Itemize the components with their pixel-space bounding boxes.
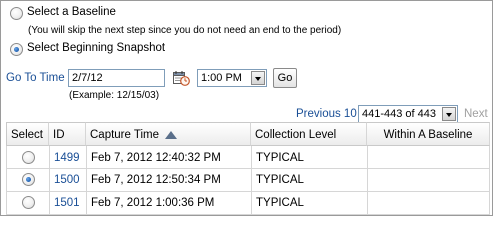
row-select-radio[interactable]	[22, 196, 35, 209]
capture-time-cell: Feb 7, 2012 12:50:34 PM	[91, 174, 221, 186]
capture-time-cell: Feb 7, 2012 1:00:36 PM	[91, 197, 215, 209]
collection-level-cell: TYPICAL	[256, 197, 304, 209]
page-range-value: 441-443 of 443	[362, 108, 437, 120]
page-range-select[interactable]: 441-443 of 443	[358, 105, 458, 123]
capture-time-header-label: Capture Time	[90, 129, 160, 141]
next-page-link: Next	[464, 108, 488, 120]
time-select[interactable]: 1:00 PM	[197, 69, 267, 87]
calendar-clock-icon[interactable]	[173, 70, 190, 86]
row-separator	[6, 168, 490, 169]
date-example-hint: (Example: 12/15/03)	[69, 90, 160, 101]
collection-level-cell: TYPICAL	[256, 174, 304, 186]
go-button[interactable]: Go	[273, 68, 297, 88]
row-select-radio[interactable]	[22, 173, 35, 186]
beginning-snapshot-radio[interactable]	[10, 43, 23, 56]
grid-line	[86, 146, 87, 215]
previous-page-link[interactable]: Previous 10	[296, 108, 357, 120]
capture-time-cell: Feb 7, 2012 12:40:32 PM	[91, 152, 221, 164]
grid-line	[6, 146, 7, 215]
grid-line	[251, 146, 252, 215]
row-select-radio[interactable]	[22, 151, 35, 164]
snapshot-id-link[interactable]: 1501	[54, 196, 80, 210]
baseline-radio[interactable]	[10, 7, 23, 20]
collection-level-cell: TYPICAL	[256, 152, 304, 164]
go-to-time-label: Go To Time	[6, 72, 65, 84]
row-separator	[6, 214, 490, 215]
column-header-collection-level[interactable]: Collection Level	[251, 122, 367, 146]
baseline-option-label: Select a Baseline	[27, 6, 116, 18]
chevron-down-icon[interactable]	[251, 71, 265, 85]
snapshot-selection-panel: Select a Baseline (You will skip the nex…	[0, 0, 493, 216]
chevron-down-icon[interactable]	[442, 107, 456, 121]
beginning-snapshot-option-label: Select Beginning Snapshot	[27, 42, 166, 54]
row-separator	[6, 191, 490, 192]
sort-ascending-icon[interactable]	[165, 130, 178, 139]
snapshot-id-link[interactable]: 1499	[54, 151, 80, 165]
column-header-capture-time[interactable]: Capture Time	[86, 122, 251, 146]
column-header-id[interactable]: ID	[49, 122, 86, 146]
grid-line	[367, 146, 368, 215]
baseline-hint: (You will skip the next step since you d…	[28, 25, 342, 36]
column-header-select: Select	[6, 122, 49, 146]
snapshot-id-link[interactable]: 1500	[54, 173, 80, 187]
date-input[interactable]: 2/7/12	[68, 69, 165, 87]
time-select-value: 1:00 PM	[201, 72, 242, 84]
grid-line	[489, 146, 490, 215]
column-header-within-baseline[interactable]: Within A Baseline	[367, 122, 490, 146]
grid-line	[49, 146, 50, 215]
